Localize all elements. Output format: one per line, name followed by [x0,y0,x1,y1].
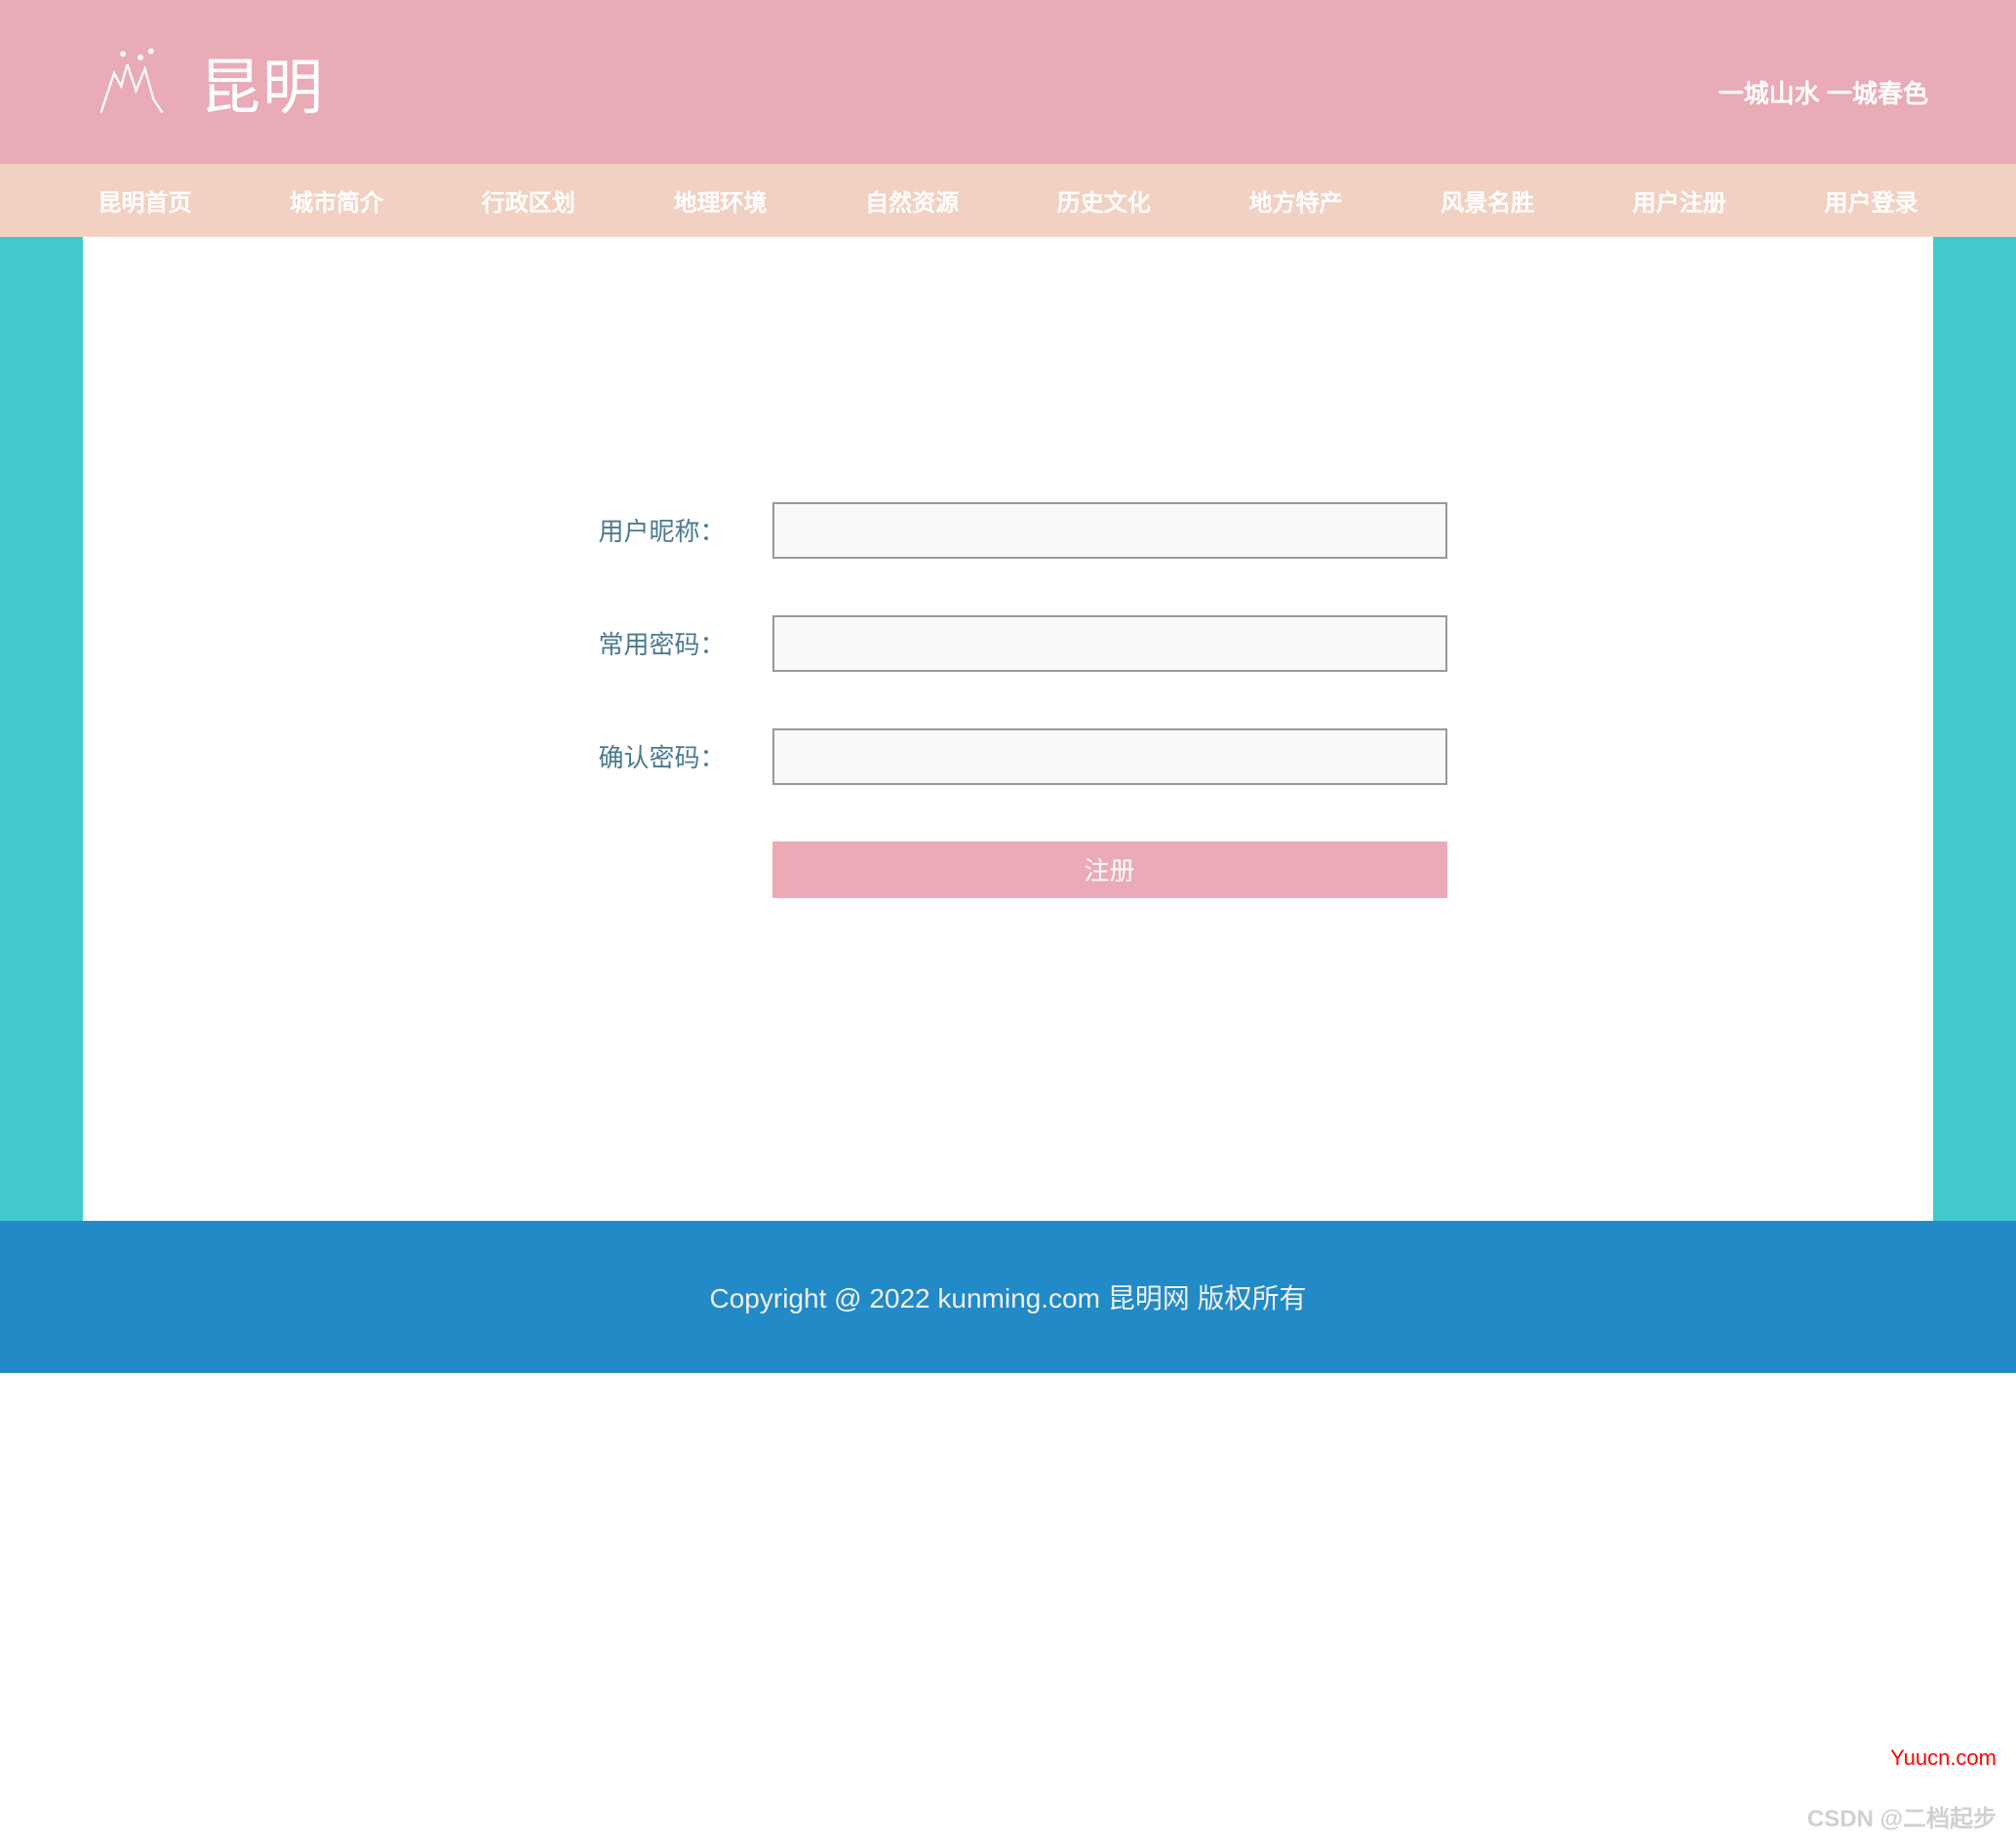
content-panel: 用户昵称： 常用密码： 确认密码： 注册 [83,237,1933,1221]
nav-geography[interactable]: 地理环境 [673,183,767,217]
main-nav: 昆明首页 城市简介 行政区划 地理环境 自然资源 历史文化 地方特产 风景名胜 … [0,164,2016,237]
nickname-label: 用户昵称： [570,512,726,548]
password-row: 常用密码： [570,615,1447,672]
password-input[interactable] [772,615,1447,672]
watermark-csdn: CSDN @二档起步 [1807,1799,1996,1833]
register-button[interactable]: 注册 [772,842,1447,898]
watermark-yuucn: Yuucn.com [1890,1745,1996,1771]
nav-login[interactable]: 用户登录 [1825,183,1918,217]
confirm-label: 确认密码： [570,738,726,774]
nav-history[interactable]: 历史文化 [1057,183,1151,217]
nav-specialty[interactable]: 地方特产 [1248,183,1342,217]
nav-district[interactable]: 行政区划 [482,183,575,217]
copyright-text: Copyright @ 2022 kunming.com 昆明网 版权所有 [710,1277,1307,1316]
nav-home[interactable]: 昆明首页 [98,183,191,217]
confirm-row: 确认密码： [570,728,1447,785]
nav-register[interactable]: 用户注册 [1633,183,1726,217]
main-area: 用户昵称： 常用密码： 确认密码： 注册 [0,237,2016,1221]
logo-mountain-icon [88,38,176,126]
register-form: 用户昵称： 常用密码： 确认密码： 注册 [570,502,1447,898]
nickname-row: 用户昵称： [570,502,1447,559]
confirm-input[interactable] [772,728,1447,785]
password-label: 常用密码： [570,625,726,661]
header: 昆明 一城山水 一城春色 [0,0,2016,164]
nav-resources[interactable]: 自然资源 [865,183,959,217]
nav-scenery[interactable]: 风景名胜 [1441,183,1534,217]
site-title: 昆明 [200,38,325,126]
footer: Copyright @ 2022 kunming.com 昆明网 版权所有 [0,1221,2016,1373]
tagline: 一城山水 一城春色 [1719,74,1928,110]
nickname-input[interactable] [772,502,1447,559]
submit-row: 注册 [570,842,1447,898]
nav-intro[interactable]: 城市简介 [290,183,383,217]
